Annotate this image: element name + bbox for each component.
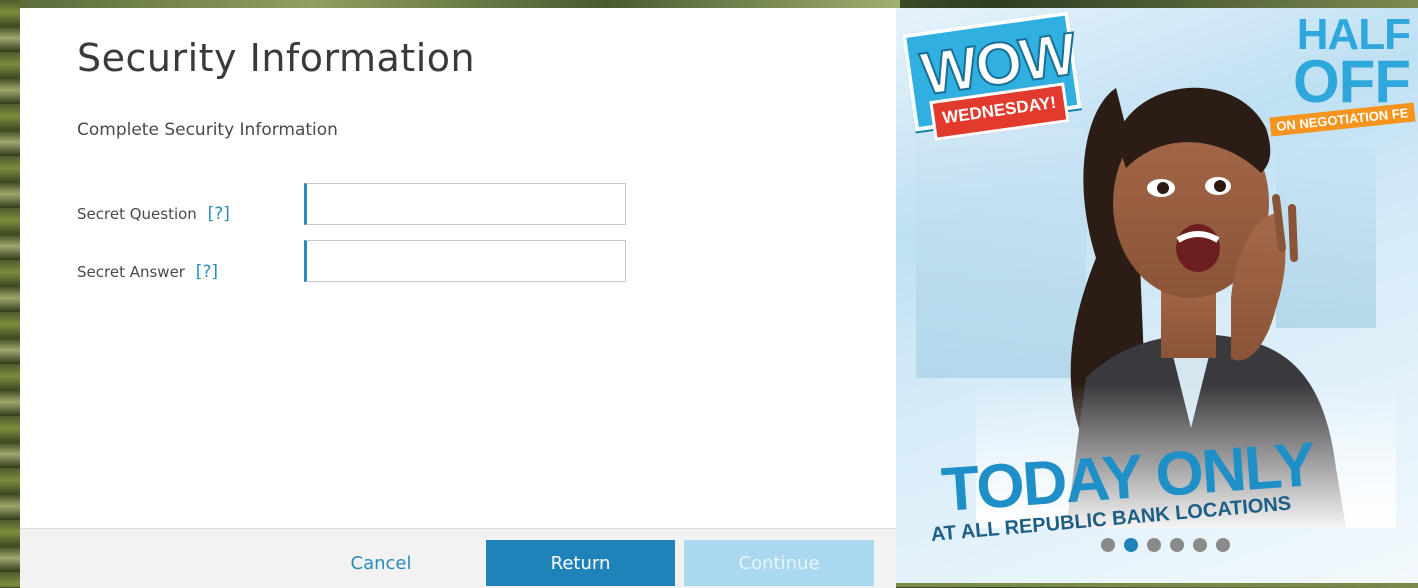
promo-banner[interactable]: WOW WEDNESDAY! HALF OFF ON NEGOTIATION F… (896, 8, 1418, 587)
carousel-dot[interactable] (1147, 538, 1161, 552)
security-form-panel: Security Information Complete Security I… (20, 8, 896, 588)
secret-question-input[interactable] (304, 183, 626, 225)
off-text: OFF (1293, 48, 1411, 115)
half-off-badge: HALF OFF ON NEGOTIATION FE (1269, 13, 1416, 137)
carousel-dot[interactable] (1193, 538, 1207, 552)
secret-question-label: Secret Question (77, 205, 197, 223)
continue-button[interactable]: Continue (684, 540, 874, 586)
return-button[interactable]: Return (486, 540, 675, 586)
secret-answer-label: Secret Answer (77, 263, 185, 281)
secret-question-help-link[interactable]: [?] (208, 204, 230, 224)
carousel-dot[interactable] (1170, 538, 1184, 552)
secret-answer-help-link[interactable]: [?] (196, 262, 218, 282)
carousel-dot[interactable] (1124, 538, 1138, 552)
secret-answer-input[interactable] (304, 240, 626, 282)
cancel-button[interactable]: Cancel (310, 540, 452, 586)
form-footer: Cancel Return Continue (20, 528, 896, 588)
background-strip-left (0, 0, 20, 587)
carousel-indicators (1101, 538, 1230, 552)
secret-question-label-row: Secret Question [?] (77, 204, 230, 224)
form-subtitle: Complete Security Information (77, 120, 338, 140)
carousel-dot[interactable] (1101, 538, 1115, 552)
wow-wednesday-badge: WOW WEDNESDAY! (901, 11, 1088, 163)
background-strip-bottom (896, 583, 1418, 587)
secret-answer-label-row: Secret Answer [?] (77, 262, 218, 282)
background-strip-top (20, 0, 900, 8)
page-title: Security Information (77, 36, 476, 80)
carousel-dot[interactable] (1216, 538, 1230, 552)
